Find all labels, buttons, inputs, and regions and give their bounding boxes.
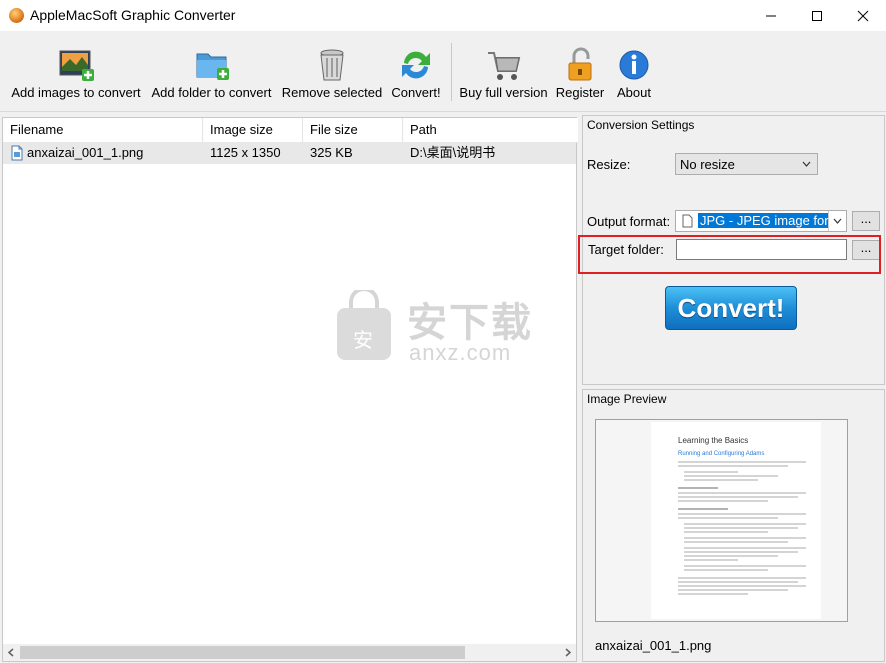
info-icon [619,50,649,80]
convert-toolbar-label: Convert! [391,85,441,100]
toolbar-separator [451,43,452,101]
output-format-browse-button[interactable]: ... [852,211,880,231]
cell-file-size: 325 KB [310,145,353,160]
output-format-dropdown-button[interactable] [828,211,846,231]
file-list[interactable]: Filename Image size File size Path anxai… [2,117,578,662]
column-header-file-size[interactable]: File size [303,118,403,142]
cart-icon [487,52,520,80]
close-button[interactable] [840,0,886,31]
preview-text-lines [678,461,806,595]
output-format-value: JPG - JPEG image format [698,213,846,228]
buy-full-version-label: Buy full version [459,85,548,100]
title-bar: AppleMacSoft Graphic Converter [0,0,886,31]
remove-selected-label: Remove selected [281,85,383,100]
about-label: About [617,85,651,100]
maximize-button[interactable] [794,0,840,31]
lock-icon [568,47,592,81]
add-folder-label: Add folder to convert [151,85,272,100]
remove-selected-button[interactable]: Remove selected [280,31,384,109]
cell-path: D:\桌面\说明书 [410,145,496,160]
target-folder-highlight [578,235,881,274]
table-row[interactable]: anxaizai_001_1.png 1125 x 1350 325 KB D:… [3,142,576,164]
horizontal-scroll-thumb[interactable] [20,646,465,659]
minimize-button[interactable] [748,0,794,31]
register-label: Register [555,85,605,100]
convert-button[interactable]: Convert! [665,286,797,330]
column-header-path[interactable]: Path [403,118,576,142]
convert-toolbar-button[interactable]: Convert! [389,31,443,109]
cell-image-size: 1125 x 1350 [210,145,281,160]
app-icon [9,8,24,23]
watermark: 安 安下载 anxz.com [333,288,553,378]
close-icon [857,10,869,21]
chevron-down-icon [802,161,811,167]
add-folder-icon [196,53,229,80]
preview-doc-heading: Learning the Basics [678,436,749,445]
column-header-image-size[interactable]: Image size [203,118,303,142]
preview-doc-subheading: Running and Configuring Adams [678,451,765,457]
toolbar: Add images to convert Add folder to conv… [0,31,886,112]
register-button[interactable]: Register [553,31,607,109]
window-title: AppleMacSoft Graphic Converter [30,7,236,23]
column-header-filename[interactable]: Filename [3,118,203,142]
conversion-settings-title: Conversion Settings [587,118,695,132]
preview-page: Learning the Basics Running and Configur… [651,422,821,619]
trash-icon [320,49,344,81]
add-images-icon [59,50,94,81]
chevron-down-icon [833,218,842,224]
horizontal-scrollbar[interactable] [3,644,576,661]
buy-full-version-button[interactable]: Buy full version [459,31,548,109]
resize-select[interactable]: No resize [675,153,818,175]
file-list-header: Filename Image size File size Path [3,118,578,143]
file-format-icon [682,214,693,228]
file-icon [11,145,23,161]
cell-filename: anxaizai_001_1.png [27,145,144,160]
scroll-right-icon[interactable] [564,648,572,657]
add-images-label: Add images to convert [11,85,141,100]
scroll-left-icon[interactable] [7,648,15,657]
output-format-label: Output format: [587,214,671,229]
output-format-select[interactable]: JPG - JPEG image format [675,210,847,232]
image-preview-panel: Image Preview Learning the Basics Runnin… [582,389,885,662]
add-folder-button[interactable]: Add folder to convert [148,31,275,109]
convert-arrows-icon [402,51,430,79]
preview-frame: Learning the Basics Running and Configur… [595,419,848,622]
preview-filename: anxaizai_001_1.png [595,638,712,653]
image-preview-title: Image Preview [587,392,667,406]
about-button[interactable]: About [612,31,656,109]
resize-label: Resize: [587,157,631,172]
watermark-badge: 安 [353,330,373,352]
maximize-icon [812,10,822,21]
minimize-icon [766,15,776,16]
resize-value: No resize [680,157,735,172]
add-images-button[interactable]: Add images to convert [8,31,144,109]
watermark-subtext: anxz.com [409,340,512,365]
